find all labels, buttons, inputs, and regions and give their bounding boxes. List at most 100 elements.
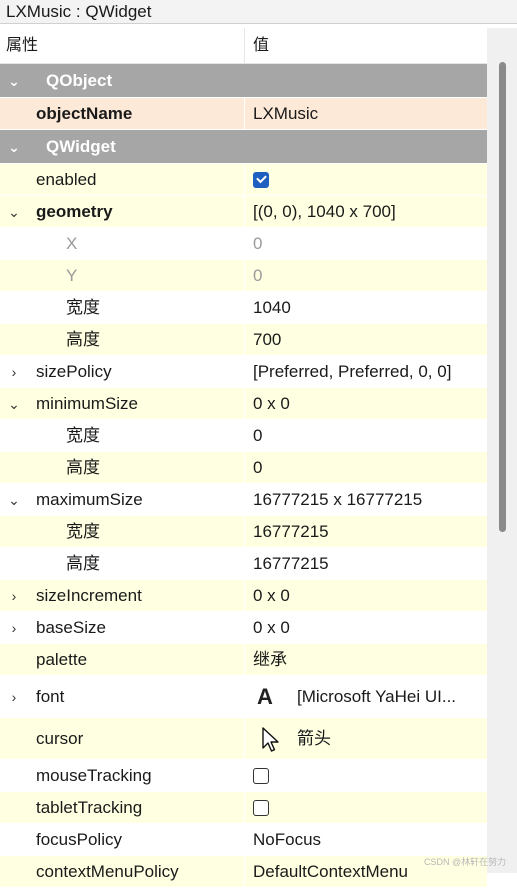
chevron-right-icon[interactable]: › [6,580,22,612]
property-row-enabled[interactable]: enabled [0,164,487,196]
arrow-cursor-icon [262,727,279,752]
property-row-objectname[interactable]: objectName LXMusic [0,98,487,130]
property-row-sizeincrement[interactable]: › sizeIncrement 0 x 0 [0,580,487,612]
property-row-cursor[interactable]: cursor 箭头 [0,718,487,760]
cell-divider [244,420,245,451]
cell-divider [244,824,245,855]
group-label: QWidget [46,137,116,156]
property-name: 高度 [66,554,100,573]
property-row-maximumsize-height[interactable]: 高度 16777215 [0,548,487,580]
group-qwidget[interactable]: ⌄ QWidget [0,130,487,164]
property-row-sizepolicy[interactable]: › sizePolicy [Preferred, Preferred, 0, 0… [0,356,487,388]
property-value[interactable]: 16777215 [253,516,329,548]
property-value[interactable]: 0 x 0 [253,580,290,612]
property-row-geometry-width[interactable]: 宽度 1040 [0,292,487,324]
property-row-palette[interactable]: palette 继承 [0,644,487,676]
property-row-basesize[interactable]: › baseSize 0 x 0 [0,612,487,644]
value-column-header[interactable]: 值 [253,28,269,64]
property-name: mouseTracking [36,766,152,785]
property-value[interactable]: 0 x 0 [253,612,290,644]
property-value[interactable]: 0 [253,452,262,484]
property-row-focuspolicy[interactable]: focusPolicy NoFocus [0,824,487,856]
property-name: 宽度 [66,426,100,445]
cell-divider [244,196,245,227]
property-row-tablettracking[interactable]: tabletTracking [0,792,487,824]
chevron-right-icon[interactable]: › [6,356,22,388]
cell-divider [244,516,245,547]
chevron-down-icon[interactable]: ⌄ [6,484,22,516]
cell-divider [244,644,245,675]
cell-divider [244,718,245,759]
property-name: X [66,234,78,253]
property-value[interactable]: NoFocus [253,824,321,856]
property-value[interactable]: 16777215 x 16777215 [253,484,422,516]
cell-divider [244,260,245,291]
property-value[interactable]: 1040 [253,292,291,324]
property-row-maximumsize-width[interactable]: 宽度 16777215 [0,516,487,548]
property-value[interactable]: 700 [253,324,281,356]
property-value[interactable]: [Preferred, Preferred, 0, 0] [253,356,451,388]
property-row-minimumsize[interactable]: ⌄ minimumSize 0 x 0 [0,388,487,420]
property-name: 宽度 [66,298,100,317]
property-value[interactable]: 0 x 0 [253,388,290,420]
cell-divider [244,676,245,717]
property-name: 宽度 [66,522,100,541]
chevron-right-icon[interactable]: › [6,612,22,644]
property-name: minimumSize [36,394,139,413]
property-value[interactable]: 继承 [253,644,287,676]
property-value[interactable]: [(0, 0), 1040 x 700] [253,196,396,228]
chevron-down-icon[interactable]: ⌄ [6,388,22,420]
tablettracking-checkbox[interactable] [253,800,269,816]
cell-divider [244,324,245,355]
chevron-down-icon[interactable]: ⌄ [6,64,22,98]
property-row-minimumsize-width[interactable]: 宽度 0 [0,420,487,452]
cell-divider [244,580,245,611]
cell-divider [244,228,245,259]
property-row-maximumsize[interactable]: ⌄ maximumSize 16777215 x 16777215 [0,484,487,516]
property-value[interactable]: [Microsoft YaHei UI... [297,676,456,718]
vertical-scrollbar[interactable] [487,28,517,873]
property-name: 高度 [66,458,100,477]
mousetracking-checkbox[interactable] [253,768,269,784]
cell-divider [244,356,245,387]
font-icon: A [257,684,273,709]
cell-divider [244,292,245,323]
property-name: objectName [36,104,133,123]
chevron-right-icon[interactable]: › [6,676,22,718]
cell-divider [244,856,245,887]
property-value[interactable]: 16777215 [253,548,329,580]
property-row-geometry-height[interactable]: 高度 700 [0,324,487,356]
property-name: enabled [36,170,97,189]
enabled-checkbox[interactable] [253,172,269,188]
property-value[interactable]: 0 [253,260,262,292]
property-value[interactable]: 0 [253,420,262,452]
property-value[interactable]: 箭头 [297,718,331,760]
cell-divider [244,792,245,823]
property-name: sizePolicy [36,362,112,381]
cell-divider [244,164,245,195]
property-name: geometry [36,202,113,221]
property-row-geometry[interactable]: ⌄ geometry [(0, 0), 1040 x 700] [0,196,487,228]
group-qobject[interactable]: ⌄ QObject [0,64,487,98]
chevron-down-icon[interactable]: ⌄ [6,196,22,228]
property-value[interactable]: 0 [253,228,262,260]
cell-divider [244,98,245,129]
property-name: 高度 [66,330,100,349]
column-divider[interactable] [244,28,245,64]
property-row-font[interactable]: › font A [Microsoft YaHei UI... [0,676,487,718]
property-name: font [36,687,65,706]
property-name: maximumSize [36,490,143,509]
property-name: palette [36,650,88,669]
property-row-geometry-y[interactable]: Y 0 [0,260,487,292]
scrollbar-thumb[interactable] [499,62,506,532]
chevron-down-icon[interactable]: ⌄ [6,130,22,164]
property-row-geometry-x[interactable]: X 0 [0,228,487,260]
property-row-mousetracking[interactable]: mouseTracking [0,760,487,792]
cell-divider [244,388,245,419]
cell-divider [244,484,245,515]
property-value[interactable]: DefaultContextMenu [253,856,408,888]
property-row-contextmenupolicy[interactable]: contextMenuPolicy DefaultContextMenu [0,856,487,888]
property-value[interactable]: LXMusic [253,98,318,130]
property-column-header[interactable]: 属性 [6,28,38,64]
property-row-minimumsize-height[interactable]: 高度 0 [0,452,487,484]
